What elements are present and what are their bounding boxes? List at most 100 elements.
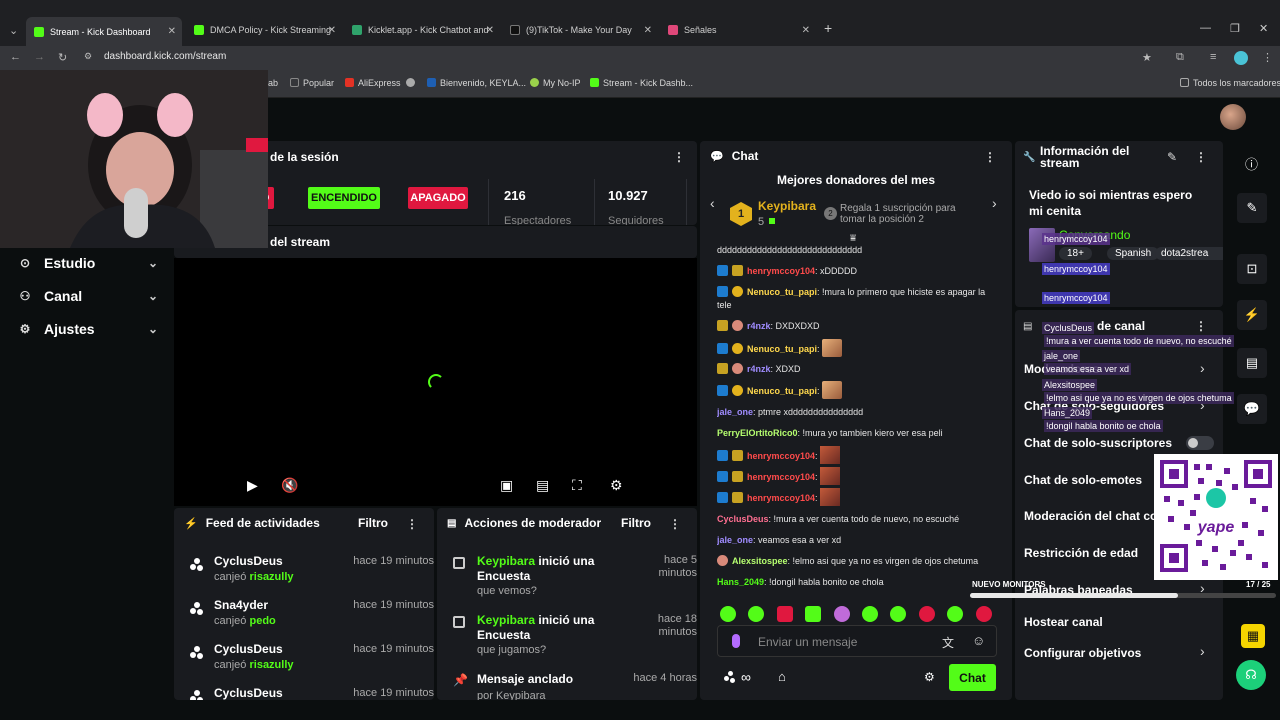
emote-icon[interactable]: [777, 606, 793, 622]
info-icon[interactable]: ⓘ: [1245, 154, 1258, 173]
minimize-icon[interactable]: —: [1200, 22, 1211, 34]
more-options-icon[interactable]: ⋮: [984, 150, 996, 164]
chat-username[interactable]: henrymccoy104: [747, 472, 815, 482]
mod-filter-button[interactable]: Filtro: [621, 516, 651, 530]
stream-video-player[interactable]: ▶ 🔇 ▣ ▤ ⛶ ⚙: [174, 258, 697, 506]
emote-icon[interactable]: [862, 606, 878, 622]
emote-icon[interactable]: [748, 606, 764, 622]
more-options-icon[interactable]: ⋮: [1195, 319, 1207, 333]
browser-menu-icon[interactable]: ⋮: [1262, 51, 1273, 64]
new-tab-icon[interactable]: +: [824, 20, 832, 36]
close-tab-icon[interactable]: ✕: [168, 26, 176, 37]
channel-item-host[interactable]: Hostear canal: [1024, 615, 1103, 629]
chat-message-input[interactable]: Enviar un mensaje 文 ☺: [717, 625, 997, 657]
camera-rail-button[interactable]: ⊡: [1237, 254, 1267, 284]
tag-pill[interactable]: 18+: [1059, 247, 1092, 260]
bookmark-partial[interactable]: ab: [268, 78, 278, 88]
chevron-right-icon[interactable]: ›: [1200, 643, 1205, 659]
notes-rail-button[interactable]: ▤: [1237, 348, 1267, 378]
more-options-icon[interactable]: ⋮: [406, 517, 418, 531]
sidebar-item-canal[interactable]: ⚇ Canal ⌄: [18, 288, 158, 304]
chevron-left-icon[interactable]: ‹: [710, 195, 715, 211]
support-button[interactable]: ☊: [1236, 660, 1266, 690]
off-button[interactable]: APAGADO: [408, 187, 468, 209]
chat-username[interactable]: r4nzk: [747, 364, 771, 374]
chat-username[interactable]: henrymccoy104: [747, 493, 815, 503]
bookmark-kick[interactable]: Stream - Kick Dashb...: [590, 78, 693, 88]
chat-username[interactable]: PerryElOrtitoRico0: [717, 428, 798, 438]
infinity-icon[interactable]: ∞: [741, 669, 751, 685]
user-avatar[interactable]: [1220, 104, 1246, 130]
tab-kicklet[interactable]: Kicklet.app - Kick Chatbot and ✕: [344, 18, 500, 42]
channel-item-subs-only[interactable]: Chat de solo-suscriptores: [1024, 436, 1172, 450]
close-tab-icon[interactable]: ✕: [802, 25, 810, 36]
chat-rail-button[interactable]: 💬: [1237, 394, 1267, 424]
bookmark-popular[interactable]: Popular: [290, 78, 334, 88]
tab-kick-dashboard[interactable]: Stream - Kick Dashboard ✕: [26, 17, 182, 46]
media-icon[interactable]: ≡: [1210, 51, 1216, 63]
kick-points-icon[interactable]: [724, 671, 738, 685]
reload-icon[interactable]: ↻: [58, 51, 67, 64]
url-field[interactable]: dashboard.kick.com/stream: [104, 51, 226, 62]
feed-filter-button[interactable]: Filtro: [358, 516, 388, 530]
play-icon[interactable]: ▶: [247, 477, 258, 494]
chat-username[interactable]: jale_one: [717, 407, 753, 417]
more-options-icon[interactable]: ⋮: [673, 150, 685, 164]
translate-icon[interactable]: 文: [942, 634, 954, 651]
chevron-right-icon[interactable]: ›: [1200, 360, 1205, 376]
profile-avatar[interactable]: [1234, 51, 1248, 65]
lightning-rail-button[interactable]: ⚡: [1237, 300, 1267, 330]
microphone-icon[interactable]: [732, 634, 740, 648]
chat-username[interactable]: Nenuco_tu_papi: [747, 344, 817, 354]
fullscreen-icon[interactable]: ⛶: [572, 477, 582, 494]
channel-item-age-restriction[interactable]: Restricción de edad: [1024, 546, 1138, 560]
feed-username[interactable]: CyclusDeus: [214, 686, 283, 700]
sidebar-item-ajustes[interactable]: ⚙ Ajustes ⌄: [18, 321, 158, 337]
tab-dmca[interactable]: DMCA Policy - Kick Streaming ✕: [186, 18, 342, 42]
tag-pill[interactable]: dota2strea: [1155, 247, 1223, 260]
settings-icon[interactable]: ⚙: [610, 477, 623, 494]
theater-icon[interactable]: ▤: [536, 477, 549, 494]
more-options-icon[interactable]: ⋮: [1195, 150, 1207, 164]
tab-search-icon[interactable]: ⌄: [9, 24, 18, 37]
feed-username[interactable]: Sna4yder: [214, 598, 268, 612]
emote-icon[interactable]: [947, 606, 963, 622]
bookmark-aliexpress[interactable]: AliExpress: [345, 78, 401, 88]
site-info-icon[interactable]: ⚙: [84, 51, 92, 62]
pip-icon[interactable]: ▣: [500, 477, 513, 494]
close-window-icon[interactable]: ✕: [1259, 22, 1268, 35]
mute-icon[interactable]: 🔇: [281, 477, 298, 494]
chat-username[interactable]: Nenuco_tu_papi: [747, 386, 817, 396]
chat-username[interactable]: Hans_2049: [717, 577, 764, 587]
emote-icon[interactable]: [834, 606, 850, 622]
send-chat-button[interactable]: Chat: [949, 664, 996, 691]
emote-icon[interactable]: [976, 606, 992, 622]
chat-username[interactable]: henrymccoy104: [747, 266, 815, 276]
back-icon[interactable]: ←: [10, 51, 21, 63]
store-icon[interactable]: ⌂: [778, 669, 786, 684]
chat-settings-icon[interactable]: ⚙: [924, 670, 935, 684]
channel-item-emotes-only[interactable]: Chat de solo-emotes: [1024, 473, 1142, 487]
emote-icon[interactable]: [919, 606, 935, 622]
tab-senales[interactable]: Señales ✕: [660, 18, 816, 42]
chat-username[interactable]: jale_one: [717, 535, 753, 545]
emote-icon[interactable]: [890, 606, 906, 622]
bookmark-noip[interactable]: My No-IP: [530, 78, 581, 88]
forward-icon[interactable]: →: [34, 51, 45, 63]
chat-username[interactable]: Alexsitospee: [732, 556, 788, 566]
extensions-icon[interactable]: ⧉: [1176, 51, 1184, 64]
more-options-icon[interactable]: ⋮: [669, 517, 681, 531]
chevron-right-icon[interactable]: ›: [992, 195, 997, 211]
bookmark-globe[interactable]: [406, 78, 419, 88]
sidebar-item-estudio[interactable]: ⊙ Estudio ⌄: [18, 255, 158, 271]
tab-tiktok[interactable]: (9)TikTok - Make Your Day ✕: [502, 18, 658, 42]
clapper-rail-button[interactable]: ▦: [1241, 624, 1265, 648]
channel-item-chat-moderation[interactable]: Moderación del chat co: [1024, 509, 1157, 523]
maximize-icon[interactable]: ❐: [1230, 22, 1240, 35]
feed-username[interactable]: CyclusDeus: [214, 642, 283, 656]
close-tab-icon[interactable]: ✕: [644, 25, 652, 36]
subs-only-toggle[interactable]: [1186, 436, 1214, 450]
all-bookmarks[interactable]: Todos los marcadores: [1180, 78, 1280, 88]
close-tab-icon[interactable]: ✕: [486, 25, 494, 36]
channel-item-goals[interactable]: Configurar objetivos: [1024, 646, 1141, 660]
